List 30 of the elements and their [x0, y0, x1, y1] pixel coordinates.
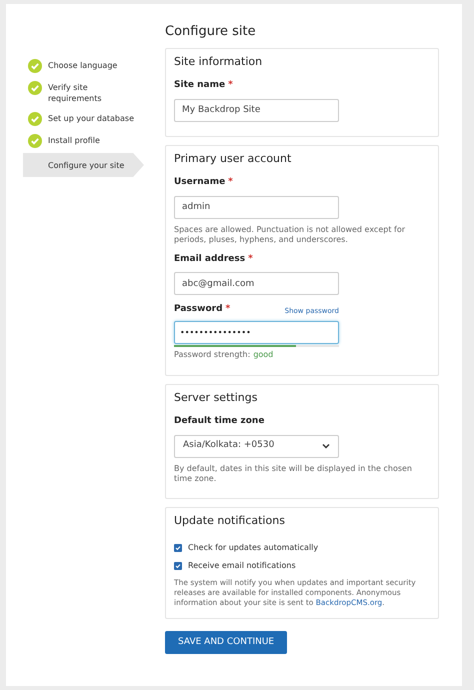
- step-item: Choose language: [23, 56, 144, 76]
- strength-value: good: [253, 348, 274, 360]
- field-label: Password *: [174, 303, 230, 316]
- text-field[interactable]: abc@gmail.com: [174, 272, 339, 295]
- field-label: Username *: [174, 176, 234, 189]
- help-text: Spaces are allowed. Punctuation is not allowed except for periods, pluses, hyphens, and underscores.: [174, 224, 406, 244]
- text-field[interactable]: admin: [174, 196, 339, 218]
- checkbox[interactable]: [174, 562, 182, 570]
- section-title: Primary user account: [174, 150, 292, 166]
- strength-label: Password strength:: [174, 348, 250, 360]
- help-text: By default, dates in this site will be displayed in the chosen time zone.: [174, 464, 413, 484]
- save-button[interactable]: SAVE AND CONTINUE: [165, 631, 288, 654]
- field-label: Email address *: [174, 252, 254, 266]
- step-item: Configure your site: [23, 153, 144, 177]
- step-item: Set up your database: [23, 109, 144, 129]
- field-label: Default time zone: [174, 415, 266, 428]
- chevron-down-icon: [322, 443, 330, 449]
- password-field[interactable]: •••••••••••••••: [174, 320, 339, 344]
- timezone-select[interactable]: Asia/Kolkata: +0530: [174, 434, 339, 458]
- checkbox[interactable]: [174, 544, 182, 552]
- step-item: Verify site requirements: [23, 78, 144, 107]
- page-title: Configure site: [165, 23, 257, 41]
- text-field[interactable]: My Backdrop Site: [174, 98, 339, 122]
- checkbox-label: Check for updates automatically: [188, 542, 318, 554]
- step-item: Install profile: [23, 131, 144, 151]
- section-title: Update notifications: [174, 512, 286, 528]
- field-label: Site name *: [174, 79, 234, 92]
- checkbox-label: Receive email notifications: [188, 560, 296, 572]
- section-title: Site information: [174, 54, 264, 70]
- section-title: Server settings: [174, 390, 258, 406]
